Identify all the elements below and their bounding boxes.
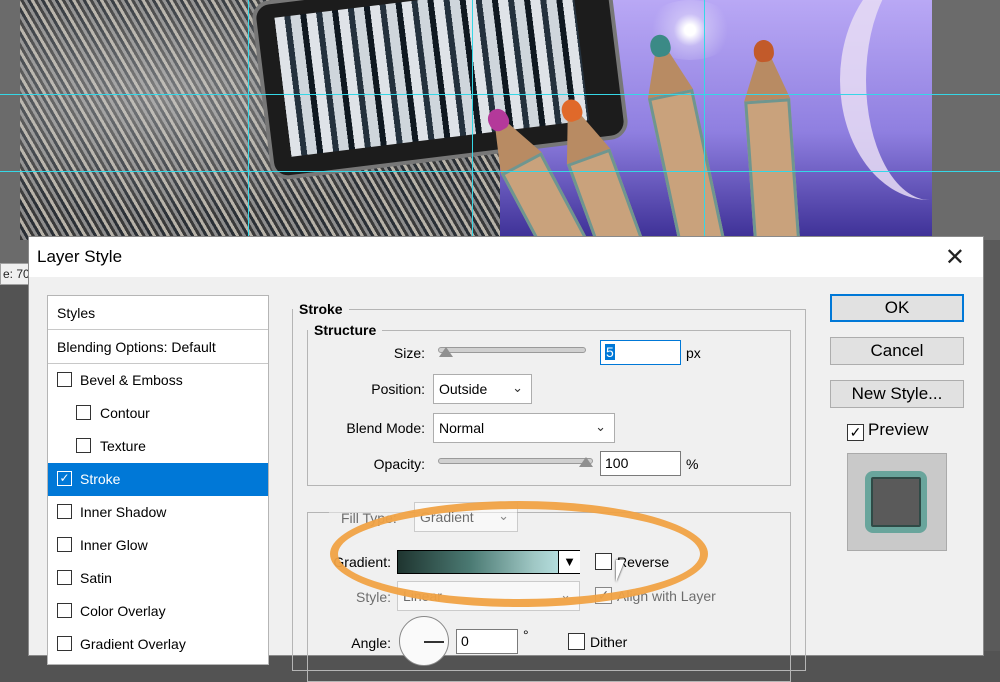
chevron-down-icon: ⌄ <box>595 419 606 434</box>
fill-type-label: Fill Type: <box>329 510 409 526</box>
position-select[interactable]: Outside ⌄ <box>433 374 532 404</box>
angle-label: Angle: <box>351 635 391 651</box>
guide-vertical[interactable] <box>704 0 705 240</box>
style-item-checkbox[interactable] <box>57 504 72 519</box>
style-item-stroke[interactable]: ✓ Stroke <box>48 463 268 496</box>
style-item-checkbox[interactable] <box>57 372 72 387</box>
style-select[interactable]: Linear ⌄ <box>397 581 580 611</box>
fill-type-select-value: Gradient <box>420 509 474 525</box>
checkmark-icon: ✓ <box>847 424 864 441</box>
style-item-label: Stroke <box>80 471 121 487</box>
opacity-slider-thumb[interactable] <box>579 457 593 467</box>
guide-vertical[interactable] <box>472 0 473 240</box>
style-item-checkbox[interactable] <box>76 438 91 453</box>
angle-dial[interactable] <box>399 616 449 666</box>
angle-unit: ° <box>523 627 529 643</box>
style-item-label: Bevel & Emboss <box>80 372 183 388</box>
chevron-down-icon: ⌄ <box>560 587 571 602</box>
opacity-slider[interactable] <box>438 458 593 464</box>
blend-mode-select-value: Normal <box>439 420 485 436</box>
cancel-button[interactable]: Cancel <box>830 337 964 365</box>
opacity-label: Opacity: <box>373 456 425 472</box>
style-item-checkbox[interactable] <box>57 570 72 585</box>
chevron-down-icon[interactable]: ▼ <box>558 551 580 573</box>
style-item-texture[interactable]: Texture <box>48 430 268 463</box>
style-item-label: Gradient Overlay <box>80 636 186 652</box>
align-with-layer-checkbox[interactable]: ✓ <box>595 587 612 604</box>
artwork-tablet-screen <box>274 0 590 157</box>
blending-options-item[interactable]: Blending Options: Default <box>48 330 268 364</box>
blend-mode-label: Blend Mode: <box>346 420 425 436</box>
guide-horizontal[interactable] <box>0 94 1000 95</box>
style-item-label: Inner Shadow <box>80 504 167 520</box>
document-canvas-area <box>0 0 1000 265</box>
reverse-checkbox[interactable] <box>595 553 612 570</box>
position-select-value: Outside <box>439 381 488 397</box>
align-with-layer-label: Align with Layer <box>617 588 716 604</box>
guide-vertical[interactable] <box>248 0 249 240</box>
structure-group-title: Structure <box>314 322 377 338</box>
mouse-cursor-icon <box>616 560 625 582</box>
chevron-down-icon: ⌄ <box>512 380 523 395</box>
layer-style-dialog: Layer Style ✕ Styles Blending Options: D… <box>28 236 984 682</box>
dialog-title: Layer Style <box>37 247 123 266</box>
style-label: Style: <box>355 589 391 605</box>
preview-thumbnail <box>847 453 947 551</box>
preview-label: Preview <box>868 420 929 439</box>
style-item-inner-shadow[interactable]: Inner Shadow <box>48 496 268 529</box>
ok-button[interactable]: OK <box>830 294 964 322</box>
opacity-input[interactable]: 100 <box>600 451 681 476</box>
size-input[interactable]: 5 <box>600 340 681 365</box>
style-item-inner-glow[interactable]: Inner Glow <box>48 529 268 562</box>
preview-checkbox[interactable]: ✓ Preview <box>847 420 928 441</box>
dither-label: Dither <box>590 634 628 650</box>
styles-list-header[interactable]: Styles <box>48 296 268 330</box>
style-item-checkbox[interactable] <box>57 603 72 618</box>
chevron-down-icon: ⌄ <box>498 508 509 523</box>
style-item-contour[interactable]: Contour <box>48 397 268 430</box>
gradient-picker[interactable] <box>397 550 580 574</box>
style-item-bevel-emboss[interactable]: Bevel & Emboss <box>48 364 268 397</box>
style-item-label: Contour <box>100 405 150 421</box>
size-input-value: 5 <box>605 344 615 360</box>
style-item-label: Satin <box>80 570 112 586</box>
dither-checkbox[interactable] <box>568 633 585 650</box>
checkmark-icon[interactable]: ✓ <box>57 471 72 486</box>
fill-type-select[interactable]: Gradient ⌄ <box>414 502 518 532</box>
stroke-section-title: Stroke <box>299 301 343 317</box>
style-item-satin[interactable]: Satin <box>48 562 268 595</box>
gradient-label: Gradient: <box>333 554 391 570</box>
size-slider-thumb[interactable] <box>439 347 453 357</box>
size-slider[interactable] <box>438 347 586 353</box>
size-label: Size: <box>393 345 425 361</box>
style-select-value: Linear <box>403 588 442 604</box>
angle-input[interactable]: 0 <box>456 629 518 654</box>
close-icon[interactable]: ✕ <box>945 243 965 272</box>
position-label: Position: <box>371 381 425 397</box>
style-item-checkbox[interactable] <box>57 537 72 552</box>
style-item-checkbox[interactable] <box>76 405 91 420</box>
size-unit: px <box>686 345 701 361</box>
new-style-button[interactable]: New Style... <box>830 380 964 408</box>
style-item-gradient-overlay[interactable]: Gradient Overlay <box>48 628 268 661</box>
styles-list: Styles Blending Options: Default Bevel &… <box>47 295 269 665</box>
style-item-color-overlay[interactable]: Color Overlay <box>48 595 268 628</box>
style-item-checkbox[interactable] <box>57 636 72 651</box>
style-item-label: Color Overlay <box>80 603 166 619</box>
canvas-artwork[interactable] <box>20 0 932 240</box>
guide-horizontal[interactable] <box>0 171 1000 172</box>
dialog-titlebar[interactable]: Layer Style ✕ <box>29 237 983 277</box>
blend-mode-select[interactable]: Normal ⌄ <box>433 413 615 443</box>
style-item-label: Texture <box>100 438 146 454</box>
opacity-unit: % <box>686 456 699 472</box>
style-item-label: Inner Glow <box>80 537 148 553</box>
